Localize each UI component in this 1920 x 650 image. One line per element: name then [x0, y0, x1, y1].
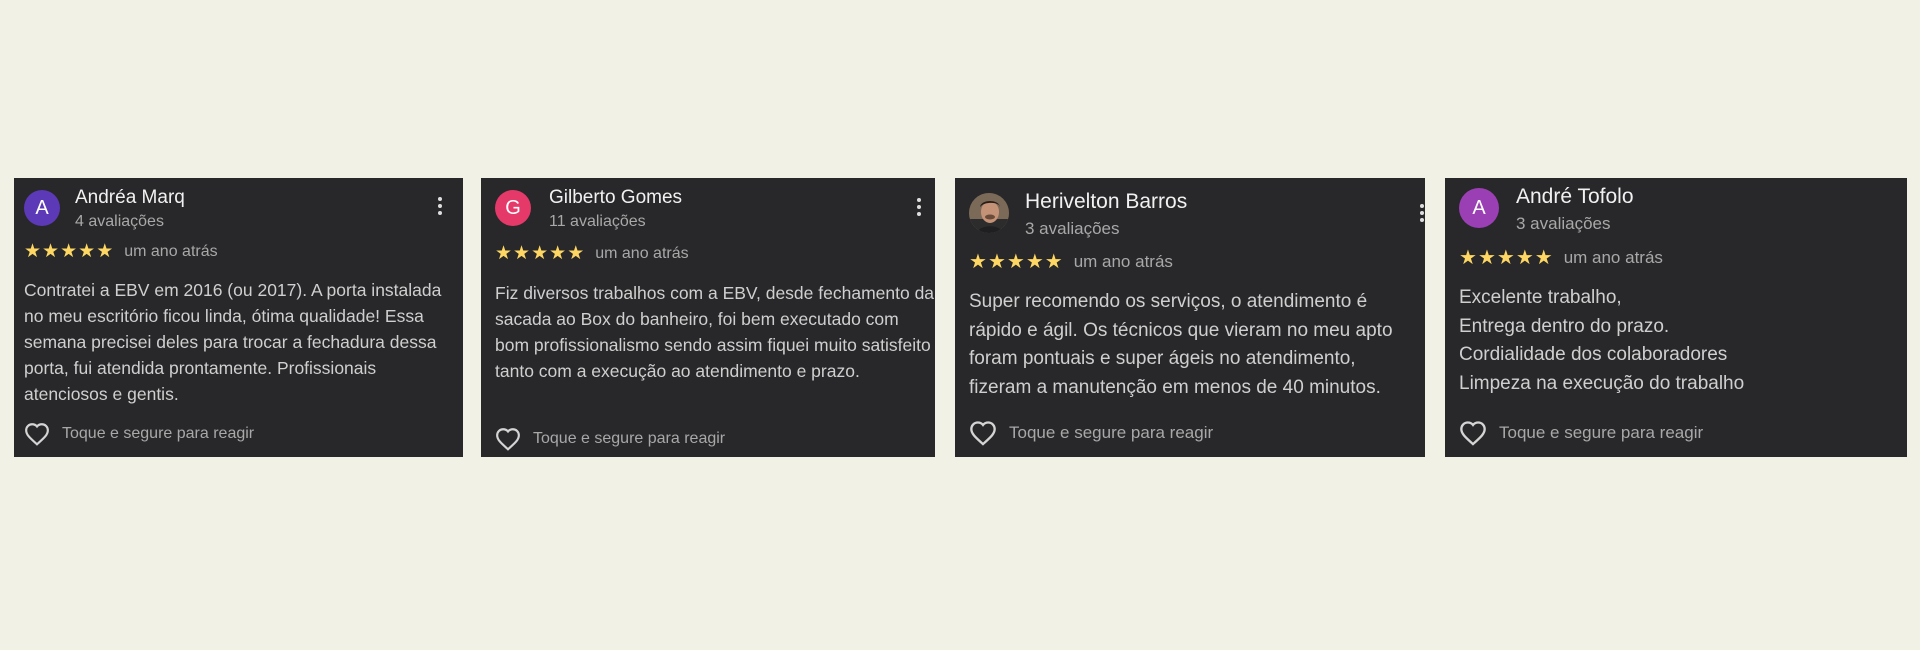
rating-row: ★ ★ ★ ★ ★ um ano atrás: [24, 242, 218, 261]
review-time: um ano atrás: [595, 244, 689, 262]
avatar-photo: [969, 193, 1009, 233]
review-text-line: Limpeza na execução do trabalho: [1459, 372, 1745, 394]
heart-outline-icon[interactable]: [495, 427, 521, 451]
star-icon: ★: [513, 243, 531, 264]
review-text: Excelente trabalho, Entrega dentro do pr…: [1459, 284, 1899, 398]
heart-outline-icon[interactable]: [24, 422, 50, 446]
star-icon: ★: [1515, 247, 1534, 269]
star-rating: ★ ★ ★ ★ ★: [495, 244, 585, 263]
star-icon: ★: [1025, 251, 1044, 273]
review-text-line: Entrega dentro do prazo.: [1459, 315, 1670, 337]
star-icon: ★: [1477, 247, 1496, 269]
star-icon: ★: [24, 241, 42, 262]
review-count: 3 avaliações: [1025, 219, 1120, 238]
react-label: Toque e segure para reagir: [533, 430, 726, 447]
star-icon: ★: [96, 241, 114, 262]
star-icon: ★: [1496, 247, 1515, 269]
star-icon: ★: [1534, 247, 1553, 269]
star-icon: ★: [1044, 251, 1063, 273]
review-count: 11 avaliações: [549, 213, 646, 230]
react-label: Toque e segure para reagir: [1499, 423, 1704, 442]
review-card: Herivelton Barros 3 avaliações ★ ★ ★ ★ ★…: [955, 178, 1425, 457]
review-time: um ano atrás: [1073, 252, 1173, 271]
review-time: um ano atrás: [1563, 248, 1663, 267]
heart-outline-icon[interactable]: [969, 420, 997, 446]
star-icon: ★: [987, 251, 1006, 273]
avatar[interactable]: [969, 193, 1009, 233]
star-rating: ★ ★ ★ ★ ★: [24, 242, 114, 261]
react-button[interactable]: Toque e segure para reagir: [495, 427, 725, 451]
avatar[interactable]: A: [24, 190, 60, 226]
star-icon: ★: [531, 243, 549, 264]
review-card: A André Tofolo 3 avaliações ★ ★ ★ ★ ★ um…: [1445, 178, 1907, 457]
star-icon: ★: [1459, 247, 1477, 269]
star-rating: ★ ★ ★ ★ ★: [1459, 248, 1554, 268]
star-icon: ★: [1006, 251, 1025, 273]
review-count: 3 avaliações: [1516, 214, 1611, 233]
reviews-strip: A Andréa Marq 4 avaliações ★ ★ ★ ★ ★ um …: [0, 0, 1920, 650]
reviewer-name[interactable]: André Tofolo: [1516, 185, 1634, 209]
star-icon: ★: [78, 241, 96, 262]
review-text: Super recomendo os serviços, o atendimen…: [969, 291, 1393, 398]
review-count: 4 avaliações: [75, 213, 164, 230]
star-rating: ★ ★ ★ ★ ★: [969, 252, 1064, 272]
react-button[interactable]: Toque e segure para reagir: [1459, 420, 1703, 446]
rating-row: ★ ★ ★ ★ ★ um ano atrás: [495, 244, 689, 263]
review-text-line: Excelente trabalho,: [1459, 287, 1622, 308]
review-card: A Andréa Marq 4 avaliações ★ ★ ★ ★ ★ um …: [14, 178, 463, 457]
react-label: Toque e segure para reagir: [62, 425, 255, 442]
reviewer-name[interactable]: Andréa Marq: [75, 187, 185, 209]
review-text-line: Cordialidade dos colaboradores: [1459, 344, 1728, 365]
review-text: Fiz diversos trabalhos com a EBV, desde …: [495, 283, 935, 381]
star-icon: ★: [42, 241, 60, 262]
star-icon: ★: [495, 243, 513, 264]
rating-row: ★ ★ ★ ★ ★ um ano atrás: [969, 252, 1173, 272]
reviewer-name[interactable]: Herivelton Barros: [1025, 190, 1187, 214]
review-time: um ano atrás: [124, 242, 218, 260]
reviewer-name[interactable]: Gilberto Gomes: [549, 187, 682, 209]
react-label: Toque e segure para reagir: [1009, 423, 1214, 442]
star-icon: ★: [969, 251, 987, 273]
more-vert-icon[interactable]: [916, 198, 922, 222]
rating-row: ★ ★ ★ ★ ★ um ano atrás: [1459, 248, 1663, 268]
avatar[interactable]: A: [1459, 188, 1499, 228]
heart-outline-icon[interactable]: [1459, 420, 1487, 446]
react-button[interactable]: Toque e segure para reagir: [24, 422, 254, 446]
avatar[interactable]: G: [495, 190, 531, 226]
star-icon: ★: [567, 243, 585, 264]
star-icon: ★: [60, 241, 78, 262]
more-vert-icon[interactable]: [437, 197, 443, 221]
react-button[interactable]: Toque e segure para reagir: [969, 420, 1213, 446]
star-icon: ★: [549, 243, 567, 264]
more-vert-icon[interactable]: [1419, 204, 1425, 228]
review-text: Contratei a EBV em 2016 (ou 2017). A por…: [24, 280, 442, 404]
review-card: G Gilberto Gomes 11 avaliações ★ ★ ★ ★ ★…: [481, 178, 935, 457]
